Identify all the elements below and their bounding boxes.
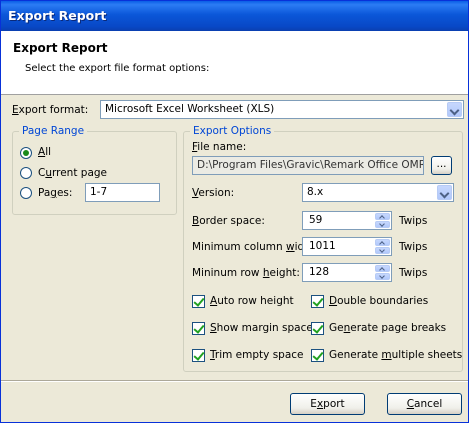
header-title: Export Report [13, 41, 108, 55]
show-margin-space-checkbox[interactable] [192, 322, 205, 335]
export-options-title: Export Options [190, 125, 275, 137]
min-column-width-unit: Twips [399, 241, 428, 253]
chevron-down-icon[interactable] [437, 185, 452, 200]
footer-divider [1, 380, 468, 382]
spinner-arrows-icon[interactable] [375, 265, 390, 280]
pages-input[interactable]: 1-7 [85, 183, 160, 202]
double-boundaries-label[interactable]: Double boundaries [329, 295, 428, 307]
border-space-label: Border space: [192, 215, 265, 227]
spinner-arrows-icon[interactable] [375, 239, 390, 254]
min-column-width-value: 1011 [309, 240, 336, 252]
generate-page-breaks-label[interactable]: Generate page breaks [329, 322, 446, 334]
export-format-label: Export format: [12, 104, 89, 116]
min-column-width-spinner[interactable]: 1011 [302, 237, 392, 256]
generate-multiple-sheets-checkbox[interactable] [311, 349, 324, 362]
radio-all-label[interactable]: All [38, 146, 51, 158]
browse-button[interactable]: ... [431, 156, 452, 175]
export-report-dialog: Export Report Export Report Select the e… [0, 0, 469, 423]
radio-current-page[interactable] [20, 167, 32, 179]
min-row-height-label: Mininum row height: [192, 267, 300, 279]
export-format-value: Microsoft Excel Worksheet (XLS) [105, 103, 275, 115]
show-margin-space-label[interactable]: Show margin space [210, 322, 313, 334]
page-range-title: Page Range [19, 125, 88, 137]
version-select[interactable]: 8.x [302, 183, 454, 202]
export-format-select[interactable]: Microsoft Excel Worksheet (XLS) [100, 100, 464, 119]
min-row-height-unit: Twips [399, 267, 428, 279]
double-boundaries-checkbox[interactable] [311, 295, 324, 308]
chevron-down-icon[interactable] [447, 102, 462, 117]
min-column-width-label: Minimum column width: [192, 241, 319, 253]
cancel-button[interactable]: Cancel [387, 393, 462, 415]
min-row-height-value: 128 [309, 266, 330, 278]
border-space-unit: Twips [399, 215, 428, 227]
generate-page-breaks-checkbox[interactable] [311, 322, 324, 335]
min-row-height-spinner[interactable]: 128 [302, 263, 392, 282]
radio-all[interactable] [20, 147, 32, 159]
border-space-spinner[interactable]: 59 [302, 211, 392, 230]
file-name-input[interactable]: D:\Program Files\Gravic\Remark Office OM… [192, 156, 424, 175]
generate-multiple-sheets-label[interactable]: Generate multiple sheets [329, 349, 462, 361]
border-space-value: 59 [309, 214, 323, 226]
auto-row-height-checkbox[interactable] [192, 295, 205, 308]
radio-pages-label[interactable]: Pages: [38, 187, 72, 199]
dialog-header: Export Report Select the export file for… [1, 31, 468, 95]
file-name-label: File name: [192, 141, 247, 153]
export-button[interactable]: Export [290, 393, 365, 415]
radio-pages[interactable] [20, 187, 32, 199]
title-bar[interactable]: Export Report [1, 1, 468, 31]
window-title: Export Report [8, 8, 107, 23]
version-value: 8.x [307, 186, 324, 198]
browse-button-label: ... [436, 158, 447, 170]
header-subtitle: Select the export file format options: [25, 63, 210, 74]
radio-current-page-label[interactable]: Current page [38, 167, 107, 179]
auto-row-height-label[interactable]: Auto row height [210, 295, 294, 307]
trim-empty-space-label[interactable]: Trim empty space [210, 349, 304, 361]
trim-empty-space-checkbox[interactable] [192, 349, 205, 362]
spinner-arrows-icon[interactable] [375, 213, 390, 228]
file-name-value: D:\Program Files\Gravic\Remark Office OM… [197, 159, 424, 171]
version-label: Version: [192, 187, 235, 199]
